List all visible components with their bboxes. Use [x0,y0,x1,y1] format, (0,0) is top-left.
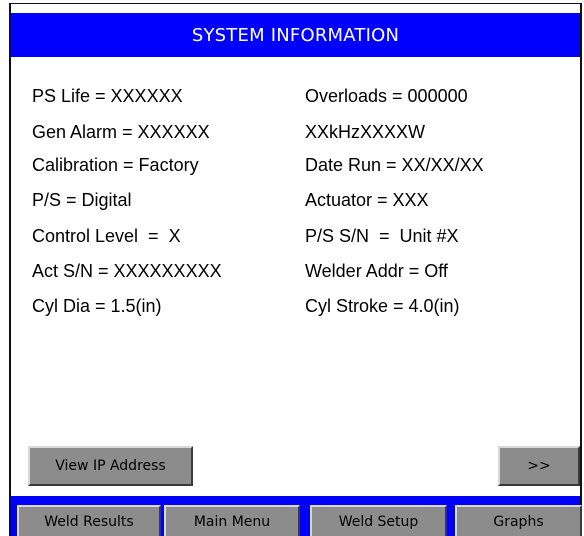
actuator-serial-value: Act S/N = XXXXXXXXX [32,261,222,281]
calibration-value: Calibration = Factory [32,155,199,175]
cylinder-stroke-value: Cyl Stroke = 4.0(in) [305,296,460,316]
page-title: SYSTEM INFORMATION [191,24,400,46]
gen-alarm-value: Gen Alarm = XXXXXX [32,122,210,142]
ps-serial-value: P/S S/N = Unit #X [305,226,459,246]
overloads-value: Overloads = 000000 [305,86,468,106]
ps-life-value: PS Life = XXXXXX [32,86,183,106]
date-run-value: Date Run = XX/XX/XX [305,155,484,175]
frequency-power-value: XXkHzXXXXW [305,122,426,142]
welder-address-value: Welder Addr = Off [305,261,448,281]
view-ip-address-button[interactable]: View IP Address [28,446,193,486]
graphs-button[interactable]: Graphs [455,505,582,536]
cylinder-diameter-value: Cyl Dia = 1.5(in) [32,296,162,316]
control-level-value: Control Level = X [32,226,181,246]
main-menu-button[interactable]: Main Menu [164,505,300,536]
weld-setup-button[interactable]: Weld Setup [310,505,447,536]
ps-type-value: P/S = Digital [32,190,132,210]
weld-results-button[interactable]: Weld Results [17,505,161,536]
actuator-type-value: Actuator = XXX [305,190,429,210]
title-bar: SYSTEM INFORMATION [11,13,580,57]
next-page-button[interactable]: >> [498,446,580,486]
